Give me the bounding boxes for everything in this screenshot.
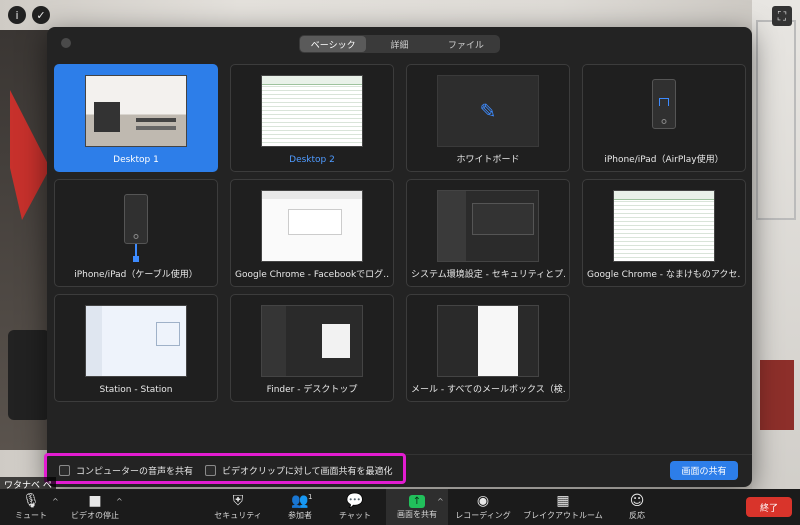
cable-icon <box>133 244 139 262</box>
chat-bubble-icon: 💬 <box>346 493 364 509</box>
fullscreen-icon[interactable]: ⛶ <box>772 6 792 26</box>
grid-icon: ▦ <box>556 493 570 509</box>
participants-button[interactable]: 👥 参加者 <box>282 489 318 525</box>
background-window-frame <box>756 20 796 220</box>
phone-home-button <box>661 119 667 124</box>
tile-label: メール - すべてのメールボックス（検… <box>411 385 565 395</box>
security-label: セキュリティ <box>214 511 262 520</box>
breakout-label: ブレイクアウトルーム <box>523 511 603 520</box>
window-thumbnail <box>437 190 539 262</box>
tab-files[interactable]: ファイル <box>433 36 499 52</box>
chevron-up-icon[interactable]: ^ <box>52 497 59 506</box>
smiley-icon: ☺ <box>629 493 645 509</box>
phone-home-button <box>133 234 139 239</box>
reactions-label: 反応 <box>629 511 645 520</box>
share-tabs: ベーシック 詳細 ファイル <box>299 35 500 53</box>
tab-basic[interactable]: ベーシック <box>300 36 367 52</box>
record-icon: ◉ <box>476 493 490 509</box>
share-tile-iphone-airplay[interactable]: iPhone/iPad（AirPlay使用） <box>582 64 746 172</box>
background-chair <box>8 330 50 420</box>
shield-check-icon[interactable]: ✓ <box>32 6 50 24</box>
stop-video-label: ビデオの停止 <box>71 511 119 520</box>
desktop-thumbnail <box>261 75 363 147</box>
tile-label: Google Chrome - なまけものアクセ… <box>587 270 741 280</box>
share-tile-desktop-1[interactable]: Desktop 1 <box>54 64 218 172</box>
phone-airplay-icon <box>652 79 676 129</box>
share-tile-chrome-sheet[interactable]: Google Chrome - なまけものアクセ… <box>582 179 746 287</box>
tile-label: iPhone/iPad（ケーブル使用） <box>74 270 198 280</box>
share-tile-finder[interactable]: Finder - デスクトップ <box>230 294 394 402</box>
share-screen-button[interactable]: 画面の共有 <box>670 461 738 480</box>
phone-cable-icon <box>124 194 148 244</box>
tile-label: システム環境設定 - セキュリティとプ… <box>411 270 565 280</box>
share-tile-desktop-2[interactable]: Desktop 2 <box>230 64 394 172</box>
shield-icon: ⛨ <box>232 493 244 509</box>
window-thumbnail <box>437 305 539 377</box>
tile-label: Station - Station <box>99 385 173 395</box>
background-red-box <box>760 360 794 430</box>
chevron-up-icon[interactable]: ^ <box>116 497 123 506</box>
share-screen-toolbar-button[interactable]: ↑ 画面を共有 <box>386 489 448 525</box>
share-tile-chrome-facebook[interactable]: Google Chrome - Facebookでログ… <box>230 179 394 287</box>
window-thumbnail <box>261 190 363 262</box>
recording-label: レコーディング <box>455 511 511 520</box>
participants-count: 1 <box>308 493 313 501</box>
window-thumbnail <box>613 190 715 262</box>
share-source-grid: Desktop 1 Desktop 2 ✎ ホワイトボード iPhone/iPa… <box>54 64 746 402</box>
reactions-button[interactable]: ☺ 反応 <box>622 489 652 525</box>
whiteboard-thumbnail: ✎ <box>437 75 539 147</box>
mute-label: ミュート <box>15 511 47 520</box>
security-button[interactable]: ⛨ セキュリティ <box>210 489 266 525</box>
tile-label: Desktop 2 <box>289 155 335 165</box>
tile-label: Finder - デスクトップ <box>266 385 358 395</box>
desktop-thumbnail <box>85 75 187 147</box>
options-highlight-annotation <box>44 453 406 484</box>
window-thumbnail <box>85 305 187 377</box>
chevron-up-icon[interactable]: ^ <box>437 497 444 506</box>
share-tile-mail[interactable]: メール - すべてのメールボックス（検… <box>406 294 570 402</box>
share-tile-whiteboard[interactable]: ✎ ホワイトボード <box>406 64 570 172</box>
end-meeting-button[interactable]: 終了 <box>746 497 792 517</box>
recording-button[interactable]: ◉ レコーディング <box>452 489 514 525</box>
participants-label: 参加者 <box>288 511 312 520</box>
share-tile-iphone-cable[interactable]: iPhone/iPad（ケーブル使用） <box>54 179 218 287</box>
share-screen-label: 画面を共有 <box>397 509 437 519</box>
window-thumbnail <box>261 305 363 377</box>
meeting-toolbar: 🎙 ミュート ^ ■ ビデオの停止 ^ ⛨ セキュリティ 👥 参加者 1 💬 チ… <box>0 489 800 525</box>
share-tile-system-preferences[interactable]: システム環境設定 - セキュリティとプ… <box>406 179 570 287</box>
breakout-rooms-button[interactable]: ▦ ブレイクアウトルーム <box>520 489 606 525</box>
chat-button[interactable]: 💬 チャット <box>336 489 374 525</box>
info-icon[interactable]: i <box>8 6 26 24</box>
chat-label: チャット <box>339 511 371 520</box>
tile-label: Desktop 1 <box>113 155 159 165</box>
share-screen-dialog: ベーシック 詳細 ファイル Desktop 1 Desktop 2 ✎ ホワイト… <box>47 27 752 487</box>
share-arrow-icon: ↑ <box>409 494 425 508</box>
share-tile-station[interactable]: Station - Station <box>54 294 218 402</box>
tab-advanced[interactable]: 詳細 <box>366 36 432 52</box>
window-close-dot[interactable] <box>61 38 71 48</box>
tile-label: iPhone/iPad（AirPlay使用） <box>604 155 724 165</box>
stop-video-button[interactable]: ■ ビデオの停止 <box>66 489 124 525</box>
top-left-icons: i ✓ <box>8 6 50 24</box>
pen-icon: ✎ <box>479 99 497 123</box>
video-camera-icon: ■ <box>88 493 102 509</box>
mute-button[interactable]: 🎙 ミュート <box>12 489 50 525</box>
microphone-icon: 🎙 <box>22 493 40 509</box>
airplay-icon <box>659 98 669 106</box>
tile-label: Google Chrome - Facebookでログ… <box>235 270 389 280</box>
tile-label: ホワイトボード <box>456 155 520 165</box>
people-icon: 👥 <box>291 493 309 509</box>
